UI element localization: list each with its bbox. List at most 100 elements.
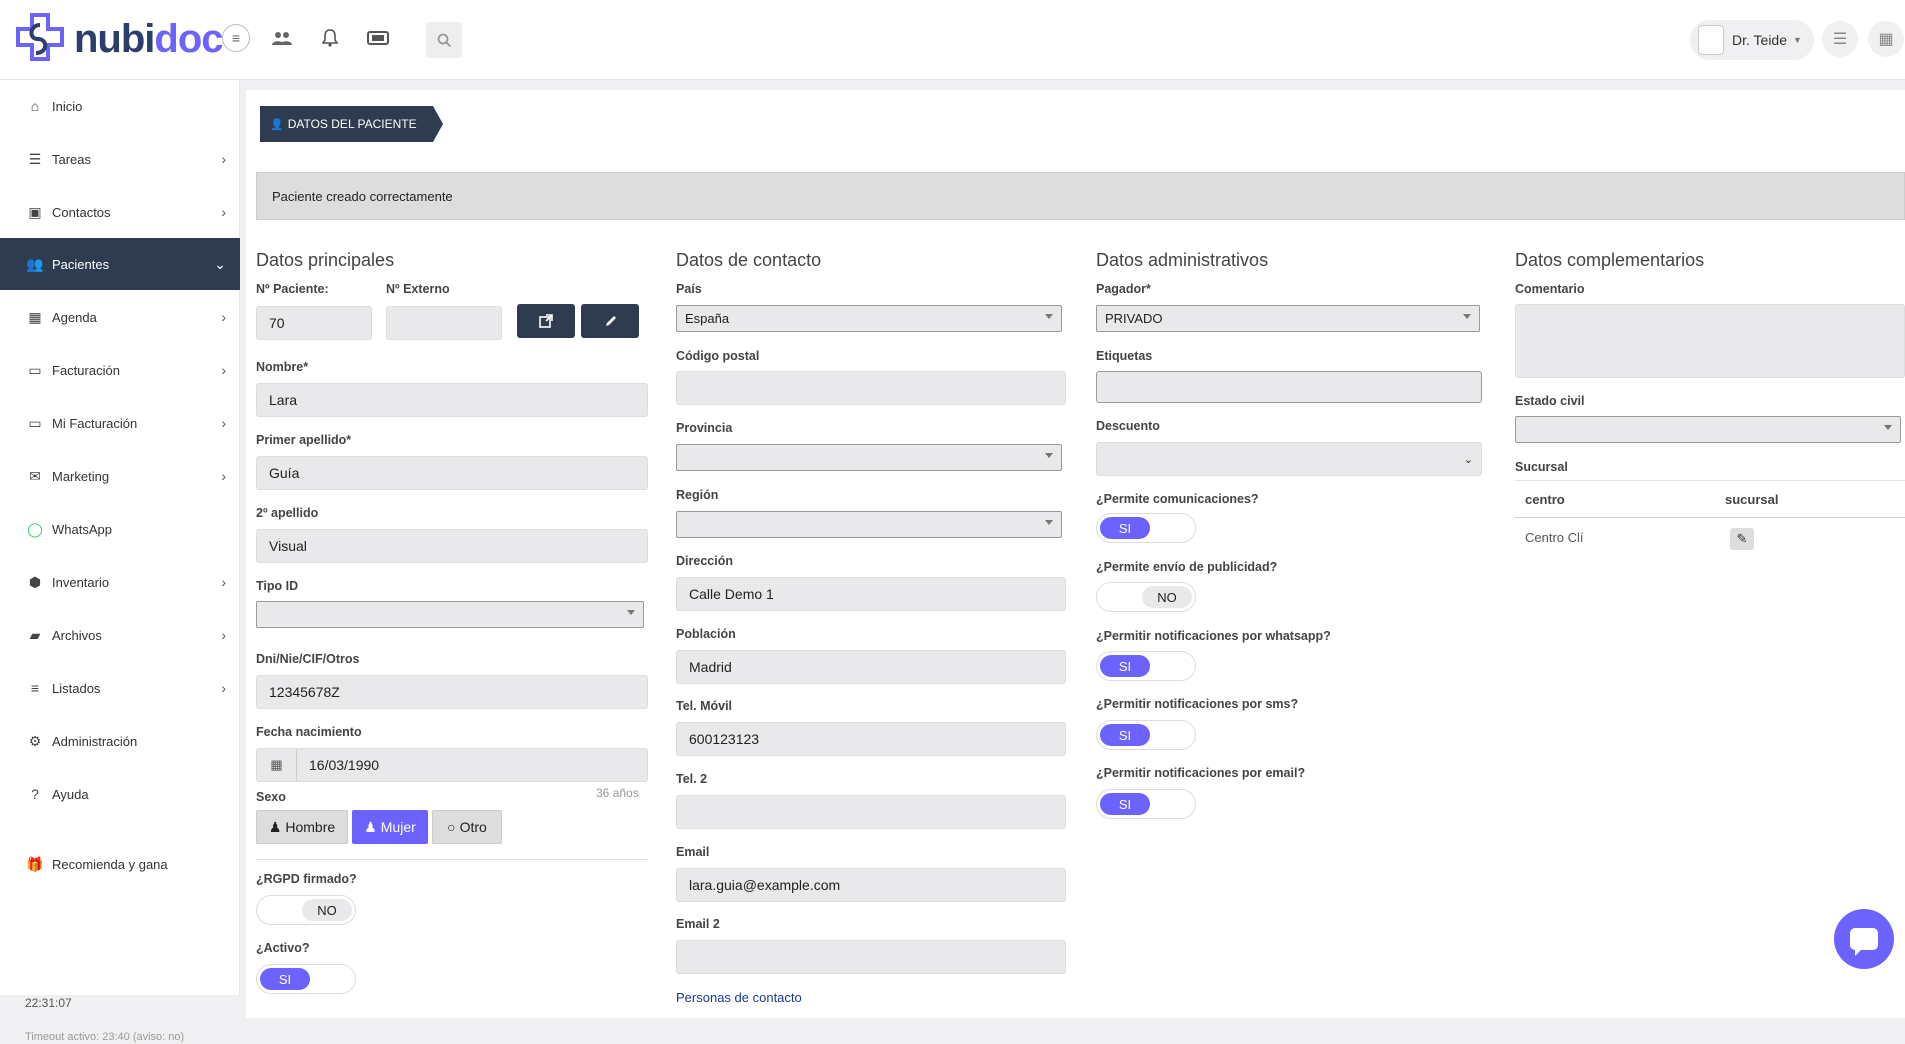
etiquetas-field[interactable] [1096, 371, 1482, 403]
chevron-right-icon: › [221, 680, 226, 696]
calendar-icon[interactable]: ▦ [257, 749, 297, 781]
region-select[interactable] [676, 511, 1062, 538]
n-paciente-field[interactable]: 70 [256, 306, 372, 340]
sidebar-item-archivos[interactable]: ▰ Archivos › [0, 609, 240, 661]
comentario-textarea[interactable] [1515, 304, 1905, 378]
sidebar-item-label: Inventario [52, 574, 110, 590]
calendar-icon[interactable]: ▦ [1868, 21, 1904, 57]
sexo-mujer-button[interactable]: ♟ Mujer [352, 810, 428, 844]
calendar-icon: ▦ [28, 308, 42, 325]
bell-icon[interactable] [312, 20, 348, 56]
provincia-select[interactable] [676, 444, 1062, 471]
table-top-border [1515, 480, 1905, 481]
email-field[interactable]: lara.guia@example.com [676, 868, 1066, 902]
poblacion-field[interactable]: Madrid [676, 650, 1066, 684]
poblacion-label: Población [676, 627, 736, 641]
sidebar-item-marketing[interactable]: ✉ Marketing › [0, 450, 240, 502]
tipo-id-select[interactable] [256, 601, 644, 628]
chevron-down-icon: ⌄ [1463, 453, 1473, 466]
open-external-button[interactable] [517, 304, 575, 338]
sidebar-item-ayuda[interactable]: ? Ayuda [0, 768, 240, 820]
sidebar-item-tareas[interactable]: ☰ Tareas › [0, 133, 240, 185]
pagador-select[interactable]: PRIVADO [1096, 305, 1480, 332]
cp-field[interactable] [676, 371, 1066, 405]
fecha-field[interactable]: ▦ 16/03/1990 [256, 748, 648, 782]
dropdown-arrow-icon [1045, 314, 1053, 319]
dni-field[interactable]: 12345678Z [256, 675, 648, 709]
sidebar-item-inicio[interactable]: ⌂ Inicio [0, 80, 240, 132]
sidebar-item-mi-facturación[interactable]: ▭ Mi Facturación › [0, 397, 240, 449]
sucursal-label: Sucursal [1515, 460, 1568, 474]
dropdown-arrow-icon [1045, 520, 1053, 525]
address-book-icon: ▣ [28, 203, 42, 220]
chevron-right-icon: › [221, 468, 226, 484]
sidebar-item-label: Administración [52, 733, 138, 749]
cubes-icon: ⬢ [28, 573, 42, 590]
sidebar-item-pacientes[interactable]: 👥 Pacientes ⌄ [0, 238, 240, 290]
apellido2-field[interactable]: Visual [256, 529, 648, 563]
chevron-right-icon: › [221, 415, 226, 431]
sidebar-item-administración[interactable]: ⚙ Administración [0, 715, 240, 767]
search-button[interactable] [426, 22, 462, 58]
estado-civil-select[interactable] [1515, 416, 1901, 443]
pais-select[interactable]: España [676, 305, 1062, 332]
sexo-otro-button[interactable]: ○ Otro [432, 810, 502, 844]
n-externo-field[interactable] [386, 306, 502, 340]
envelope-icon: ✉ [29, 467, 41, 484]
sidebar-item-agenda[interactable]: ▦ Agenda › [0, 291, 240, 343]
whatsapp-notif-toggle[interactable]: SI [1096, 651, 1196, 681]
personas-contacto-link[interactable]: Personas de contacto [676, 990, 802, 1005]
apellido2-label: 2º apellido [256, 506, 319, 520]
n-paciente-label: Nº Paciente: [256, 282, 329, 296]
hamburger-icon[interactable]: ☰ [1822, 21, 1858, 57]
sidebar-item-facturación[interactable]: ▭ Facturación › [0, 344, 240, 396]
rgpd-toggle[interactable]: NO [256, 895, 356, 925]
sidebar-item-label: Agenda [52, 309, 97, 325]
apellido1-field[interactable]: Guía [256, 456, 648, 490]
sidebar-item-label: WhatsApp [52, 521, 112, 537]
email-notif-toggle[interactable]: SI [1096, 789, 1196, 819]
apellido1-label: Primer apellido* [256, 433, 352, 447]
user-name: Dr. Teide [1732, 32, 1787, 48]
edit-button[interactable] [581, 304, 639, 338]
logo-cross-icon [16, 13, 64, 61]
ticket-icon[interactable] [360, 20, 396, 56]
edit-sucursal-button[interactable]: ✎ [1730, 528, 1754, 550]
sidebar-item-inventario[interactable]: ⬢ Inventario › [0, 556, 240, 608]
descuento-select[interactable]: ⌄ [1096, 442, 1482, 476]
pencil-icon [605, 315, 616, 326]
publicidad-toggle[interactable]: NO [1096, 582, 1196, 612]
folder-icon: ▰ [29, 626, 41, 643]
sidebar-item-whatsapp[interactable]: ◯ WhatsApp [0, 503, 240, 555]
chat-bubble-button[interactable] [1834, 909, 1894, 969]
sidebar-item-label: Recomienda y gana [52, 856, 168, 872]
users-icon[interactable] [264, 20, 300, 56]
nombre-field[interactable]: Lara [256, 383, 648, 417]
sidebar-item-label: Inicio [52, 98, 83, 114]
comunicaciones-label: ¿Permite comunicaciones? [1096, 492, 1259, 506]
sidebar-item-recomienda-y-gana[interactable]: 🎁 Recomienda y gana [0, 838, 240, 890]
activo-toggle[interactable]: SI [256, 964, 356, 994]
tel2-field[interactable] [676, 795, 1066, 829]
sms-notif-toggle[interactable]: SI [1096, 720, 1196, 750]
email2-label: Email 2 [676, 917, 720, 931]
sexo-hombre-button[interactable]: ♟ Hombre [256, 810, 348, 844]
user-icon: 👤 [270, 118, 284, 131]
direccion-field[interactable]: Calle Demo 1 [676, 577, 1066, 611]
rgpd-label: ¿RGPD firmado? [256, 872, 357, 886]
question-icon: ? [31, 786, 39, 802]
user-menu[interactable]: Dr. Teide ▼ [1690, 20, 1814, 60]
chevron-right-icon: › [221, 362, 226, 378]
breadcrumb-label: DATOS DEL PACIENTE [287, 117, 417, 131]
nubidoc-logo[interactable]: nubidoc [12, 8, 224, 70]
fecha-label: Fecha nacimiento [256, 725, 362, 739]
female-icon: ♟ [364, 818, 377, 835]
dropdown-arrow-icon [1463, 314, 1471, 319]
email2-field[interactable] [676, 940, 1066, 974]
comunicaciones-toggle[interactable]: SI [1096, 513, 1196, 543]
sidebar-item-label: Contactos [52, 204, 111, 220]
movil-field[interactable]: 600123123 [676, 722, 1066, 756]
menu-toggle-icon[interactable]: ≡ [222, 24, 250, 52]
sidebar-item-listados[interactable]: ≡ Listados › [0, 662, 240, 714]
sidebar-item-contactos[interactable]: ▣ Contactos › [0, 186, 240, 238]
